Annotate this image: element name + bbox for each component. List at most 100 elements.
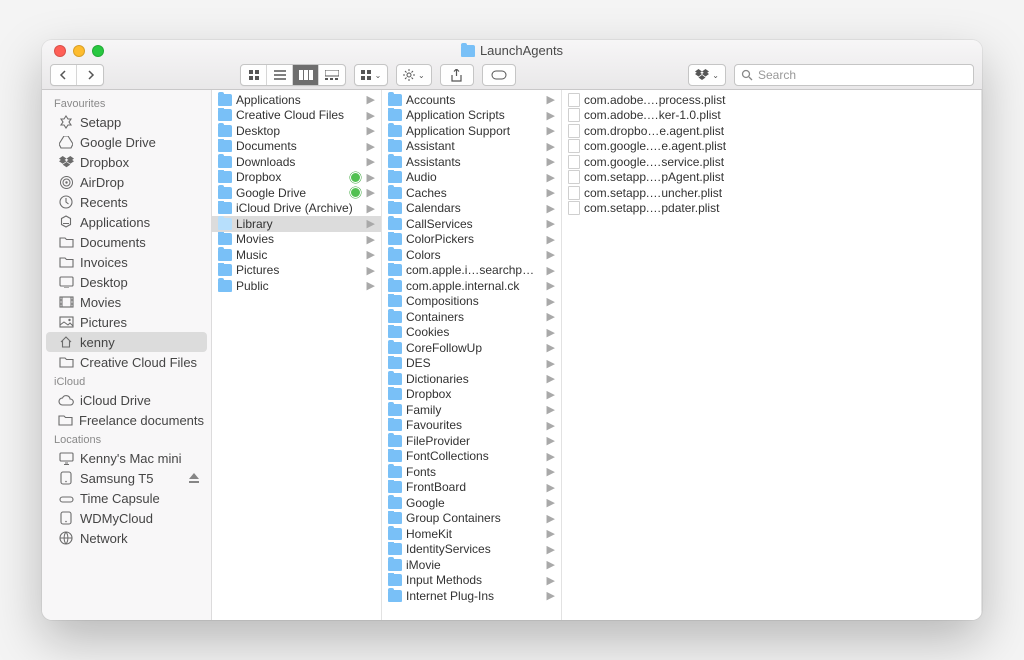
file-row[interactable]: Compositions▶ [382, 294, 561, 310]
file-row[interactable]: com.adobe.…process.plist [562, 92, 981, 108]
file-row[interactable]: CoreFollowUp▶ [382, 340, 561, 356]
sidebar-item-creative-cloud-files[interactable]: Creative Cloud Files [46, 352, 207, 372]
file-row[interactable]: Input Methods▶ [382, 573, 561, 589]
sidebar-item-pictures[interactable]: Pictures [46, 312, 207, 332]
chevron-right-icon: ▶ [547, 279, 555, 292]
file-row[interactable]: IdentityServices▶ [382, 542, 561, 558]
sidebar-item-icloud-drive[interactable]: iCloud Drive [46, 390, 207, 410]
chevron-right-icon: ▶ [547, 496, 555, 509]
file-row[interactable]: Colors▶ [382, 247, 561, 263]
file-row[interactable]: Applications▶ [212, 92, 381, 108]
file-row[interactable]: Accounts▶ [382, 92, 561, 108]
action-button[interactable]: ⌄ [396, 64, 432, 86]
share-button[interactable] [440, 64, 474, 86]
file-row[interactable]: DES▶ [382, 356, 561, 372]
file-row[interactable]: Internet Plug-Ins▶ [382, 588, 561, 604]
file-row[interactable]: Dictionaries▶ [382, 371, 561, 387]
sidebar-item-kenny[interactable]: kenny [46, 332, 207, 352]
sidebar-item-invoices[interactable]: Invoices [46, 252, 207, 272]
dropbox-button[interactable]: ⌄ [688, 64, 726, 86]
file-row[interactable]: CallServices▶ [382, 216, 561, 232]
column-2[interactable]: com.adobe.…process.plistcom.adobe.…ker-1… [562, 90, 982, 620]
file-row[interactable]: Documents▶ [212, 139, 381, 155]
sidebar-item-dropbox[interactable]: Dropbox [46, 152, 207, 172]
file-row[interactable]: Pictures▶ [212, 263, 381, 279]
file-row[interactable]: Application Scripts▶ [382, 108, 561, 124]
sidebar-item-kenny-s-mac-mini[interactable]: Kenny's Mac mini [46, 448, 207, 468]
file-row[interactable]: Audio▶ [382, 170, 561, 186]
file-row[interactable]: HomeKit▶ [382, 526, 561, 542]
file-row[interactable]: Fonts▶ [382, 464, 561, 480]
file-row[interactable]: Dropbox▶ [212, 170, 381, 186]
column-view-button[interactable] [293, 65, 319, 85]
column-0[interactable]: Applications▶Creative Cloud Files▶Deskto… [212, 90, 382, 620]
sidebar-item-wdmycloud[interactable]: WDMyCloud [46, 508, 207, 528]
sidebar-item-airdrop[interactable]: AirDrop [46, 172, 207, 192]
file-row[interactable]: com.setapp.…uncher.plist [562, 185, 981, 201]
file-row[interactable]: Public▶ [212, 278, 381, 294]
sidebar-item-label: Kenny's Mac mini [80, 451, 181, 466]
file-row[interactable]: com.apple.i…searchpartyd▶ [382, 263, 561, 279]
file-row[interactable]: com.adobe.…ker-1.0.plist [562, 108, 981, 124]
sidebar-item-samsung-t5[interactable]: Samsung T5 [46, 468, 207, 488]
arrange-button[interactable]: ⌄ [355, 65, 387, 85]
file-row[interactable]: Library▶ [212, 216, 381, 232]
file-row[interactable]: Google▶ [382, 495, 561, 511]
sidebar-item-time-capsule[interactable]: Time Capsule [46, 488, 207, 508]
tags-button[interactable] [482, 64, 516, 86]
sidebar-item-network[interactable]: Network [46, 528, 207, 548]
search-input[interactable] [758, 68, 967, 82]
file-row[interactable]: com.dropbo…e.agent.plist [562, 123, 981, 139]
file-row[interactable]: Cookies▶ [382, 325, 561, 341]
file-row[interactable]: Assistants▶ [382, 154, 561, 170]
file-row[interactable]: Family▶ [382, 402, 561, 418]
eject-icon[interactable] [189, 473, 199, 484]
search-field[interactable] [734, 64, 974, 86]
sidebar-item-recents[interactable]: Recents [46, 192, 207, 212]
file-row[interactable]: Application Support▶ [382, 123, 561, 139]
file-row[interactable]: com.google.…e.agent.plist [562, 139, 981, 155]
file-row[interactable]: iMovie▶ [382, 557, 561, 573]
gallery-view-button[interactable] [319, 65, 345, 85]
file-row[interactable]: Google Drive▶ [212, 185, 381, 201]
close-button[interactable] [54, 45, 66, 57]
sidebar-item-freelance-documents[interactable]: Freelance documents [46, 410, 207, 430]
file-row[interactable]: com.google.…service.plist [562, 154, 981, 170]
sidebar-item-desktop[interactable]: Desktop [46, 272, 207, 292]
cloud-icon [58, 392, 74, 408]
file-row[interactable]: Music▶ [212, 247, 381, 263]
file-row[interactable]: Movies▶ [212, 232, 381, 248]
file-row[interactable]: FontCollections▶ [382, 449, 561, 465]
file-row[interactable]: FileProvider▶ [382, 433, 561, 449]
file-row[interactable]: com.setapp.…pAgent.plist [562, 170, 981, 186]
minimize-button[interactable] [73, 45, 85, 57]
file-row[interactable]: Calendars▶ [382, 201, 561, 217]
file-row[interactable]: FrontBoard▶ [382, 480, 561, 496]
file-row[interactable]: Dropbox▶ [382, 387, 561, 403]
file-row[interactable]: Creative Cloud Files▶ [212, 108, 381, 124]
column-1[interactable]: Accounts▶Application Scripts▶Application… [382, 90, 562, 620]
sidebar-item-documents[interactable]: Documents [46, 232, 207, 252]
file-row[interactable]: com.apple.internal.ck▶ [382, 278, 561, 294]
file-row[interactable]: Group Containers▶ [382, 511, 561, 527]
file-row[interactable]: Caches▶ [382, 185, 561, 201]
file-row[interactable]: Containers▶ [382, 309, 561, 325]
back-button[interactable] [51, 65, 77, 85]
file-row[interactable]: iCloud Drive (Archive)▶ [212, 201, 381, 217]
file-row[interactable]: Assistant▶ [382, 139, 561, 155]
forward-button[interactable] [77, 65, 103, 85]
home-icon [58, 334, 74, 350]
fullscreen-button[interactable] [92, 45, 104, 57]
sidebar[interactable]: FavouritesSetappGoogle DriveDropboxAirDr… [42, 90, 212, 620]
list-view-button[interactable] [267, 65, 293, 85]
file-row[interactable]: ColorPickers▶ [382, 232, 561, 248]
sidebar-item-movies[interactable]: Movies [46, 292, 207, 312]
file-row[interactable]: Downloads▶ [212, 154, 381, 170]
sidebar-item-applications[interactable]: Applications [46, 212, 207, 232]
file-row[interactable]: com.setapp.…pdater.plist [562, 201, 981, 217]
sidebar-item-google-drive[interactable]: Google Drive [46, 132, 207, 152]
file-row[interactable]: Desktop▶ [212, 123, 381, 139]
file-row[interactable]: Favourites▶ [382, 418, 561, 434]
icon-view-button[interactable] [241, 65, 267, 85]
sidebar-item-setapp[interactable]: Setapp [46, 112, 207, 132]
